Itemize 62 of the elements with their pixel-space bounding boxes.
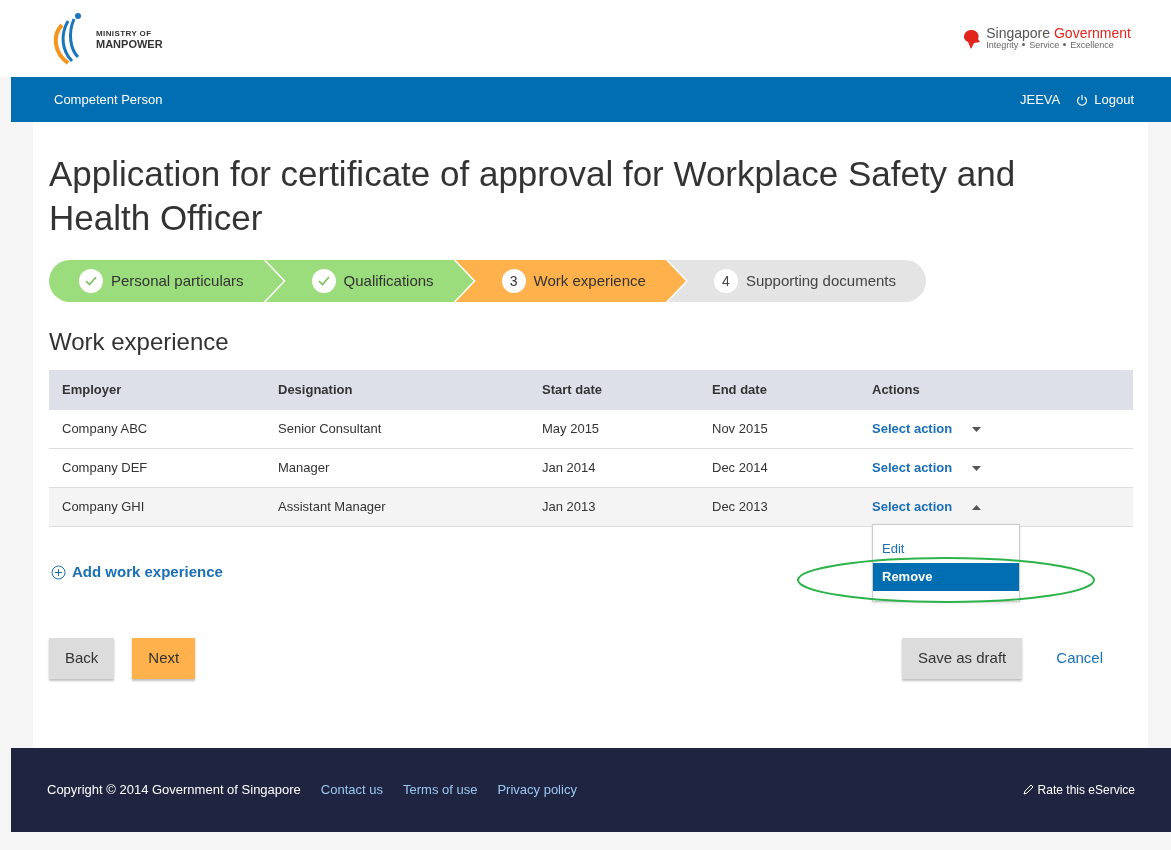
next-button[interactable]: Next [132,637,196,679]
step-label: Work experience [533,270,646,291]
footer-link[interactable]: Terms of use [403,780,478,800]
action-dropdown[interactable]: Select action [872,458,982,478]
logout-button[interactable]: Logout [1076,89,1134,110]
copyright-text: Copyright © 2014 Government of Singapore [47,781,301,800]
logo-text: MINISTRY OF [96,27,153,39]
caret-icon [972,504,982,510]
table-cell-text: Nov 2015 [712,420,769,439]
action-dropdown[interactable]: Select action [872,419,982,439]
step-number: 4 [713,269,738,293]
save-draft-button[interactable]: Save as draft [901,637,1023,679]
table-cell-text: Senior Consultant [278,420,383,439]
column-header: Designation [278,381,354,400]
section-title: Work experience [49,327,230,357]
progress-step[interactable]: Personal particulars [49,260,284,302]
table-cell-text: Manager [278,459,331,478]
table-cell-text: Company GHI [62,498,146,517]
rate-service-link[interactable]: Rate this eService [1021,781,1135,799]
menu-item[interactable]: Edit [873,535,1019,563]
table-cell-text: Assistant Manager [278,498,387,517]
caret-icon [972,465,982,471]
logo-tagline: Integrity [986,39,1019,51]
caret-icon [972,426,982,432]
ministry-logo[interactable]: MINISTRY OF MANPOWER [48,10,163,67]
back-button[interactable]: Back [49,637,115,679]
step-label: Supporting documents [745,270,896,291]
step-label: Personal particulars [111,270,244,291]
footer-link[interactable]: Privacy policy [497,780,577,800]
progress-step[interactable]: Qualifications [265,260,474,302]
government-logo[interactable]: Singapore Government Integrity Service Excellence [962,26,1131,51]
table-cell-text: Dec 2014 [712,459,769,478]
add-work-experience-link[interactable]: Add work experience [51,561,223,584]
logo-text: MANPOWER [96,38,163,50]
step-number: 3 [501,269,526,293]
column-header: Employer [62,381,123,400]
check-icon [311,269,336,293]
progress-step[interactable]: 3 Work experience [455,260,686,302]
logo-tagline: Excellence [1070,38,1114,51]
power-icon [1076,93,1089,106]
column-header: Actions [872,381,920,400]
user-name: JEEVA [1020,90,1061,109]
plus-circle-icon [51,564,66,580]
progress-step[interactable]: 4 Supporting documents [667,260,926,302]
nav-title[interactable]: Competent Person [54,89,163,110]
menu-item[interactable]: Remove [873,563,1019,591]
table-cell-text: Jan 2013 [542,498,597,517]
table-cell-text: Company ABC [62,420,149,439]
table-cell-text: Company DEF [62,459,149,478]
column-header: Start date [542,381,603,400]
table-cell-text: May 2015 [542,420,601,439]
footer-link[interactable]: Contact us [320,780,383,800]
action-dropdown[interactable]: Select action [872,497,982,517]
column-header: End date [712,381,768,400]
table-cell-text: Dec 2013 [712,498,769,517]
cancel-link[interactable]: Cancel [1056,646,1103,670]
logo-tagline: Service [1029,39,1060,51]
step-label: Qualifications [343,270,434,291]
check-icon [79,269,103,293]
page-title: Application for certificate of approval for Workplace Safety and Health Officer [49,153,1017,239]
table-cell-text: Jan 2014 [542,459,597,478]
pencil-icon [1021,784,1034,796]
